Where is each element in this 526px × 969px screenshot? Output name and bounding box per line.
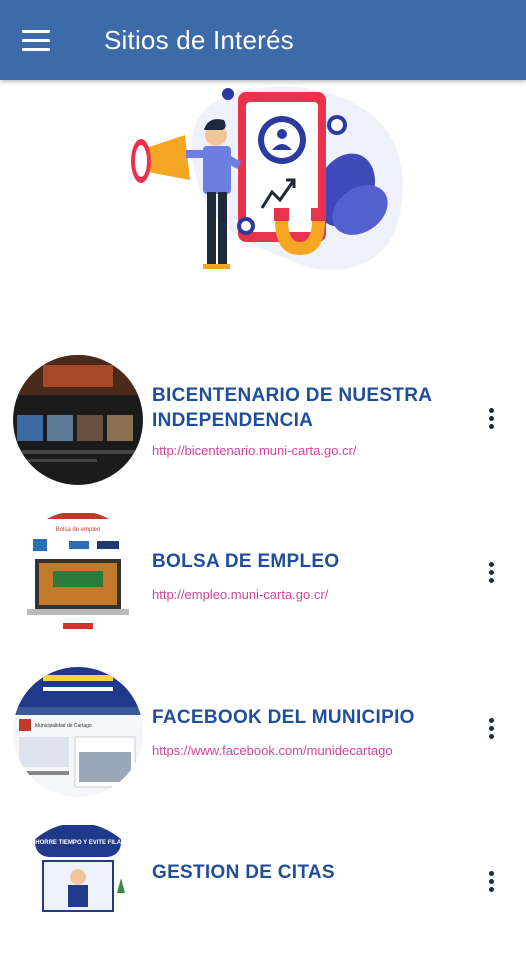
hamburger-menu-icon[interactable] xyxy=(22,20,62,60)
citas-thumb-banner: ¡AHORRE TIEMPO Y EVITE FILAS! xyxy=(29,840,127,846)
more-options-icon[interactable] xyxy=(478,713,504,743)
person-body xyxy=(203,146,231,194)
item-link[interactable]: http://bicentenario.muni-carta.go.cr/ xyxy=(152,443,357,458)
facebook-thumbnail: Municipalidad de Cartago xyxy=(13,667,143,797)
item-title: FACEBOOK DEL MUNICIPIO xyxy=(152,707,415,728)
person-legs xyxy=(207,192,216,264)
item-title: BICENTENARIO DE NUESTRA INDEPENDENCIA xyxy=(152,385,432,431)
more-options-icon[interactable] xyxy=(478,557,504,587)
list-item[interactable]: BICENTENARIO DE NUESTRA INDEPENDENCIA ht… xyxy=(0,345,526,501)
bicentenario-thumbnail xyxy=(13,355,143,485)
item-title: GESTION DE CITAS xyxy=(152,862,335,883)
more-options-icon[interactable] xyxy=(478,403,504,433)
empleo-thumbnail: Bolsa de empleo xyxy=(13,511,143,641)
citas-thumbnail: ¡AHORRE TIEMPO Y EVITE FILAS! xyxy=(13,823,143,953)
item-title: BOLSA DE EMPLEO xyxy=(152,551,340,572)
facebook-thumb-page: Municipalidad de Cartago xyxy=(35,723,92,729)
hero-illustration xyxy=(0,80,526,330)
app-bar: Sitios de Interés xyxy=(0,0,526,80)
sites-list: BICENTENARIO DE NUESTRA INDEPENDENCIA ht… xyxy=(0,345,526,969)
list-item[interactable]: Bolsa de empleo BOLSA DE EMPLEO http://e… xyxy=(0,501,526,657)
list-item[interactable]: Municipalidad de Cartago FACEBOOK DEL MU… xyxy=(0,657,526,813)
user-bubble xyxy=(222,88,234,100)
item-link[interactable]: http://empleo.muni-carta.go.cr/ xyxy=(152,587,328,602)
list-item[interactable]: ¡AHORRE TIEMPO Y EVITE FILAS! GESTION DE… xyxy=(0,813,526,969)
item-link[interactable]: https://www.facebook.com/munidecartago xyxy=(152,743,393,758)
empleo-thumb-heading: Bolsa de empleo xyxy=(56,527,101,533)
page-title: Sitios de Interés xyxy=(104,24,294,55)
more-options-icon[interactable] xyxy=(478,866,504,896)
